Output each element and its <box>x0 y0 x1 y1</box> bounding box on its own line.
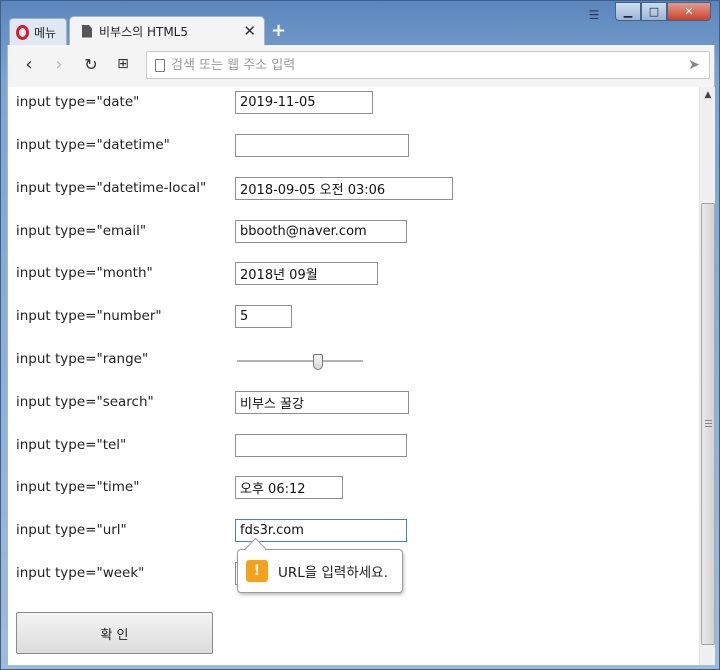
number-input[interactable] <box>235 305 292 328</box>
maximize-button[interactable]: □ <box>641 2 667 21</box>
tab-active[interactable]: 비부스의 HTML5 ✕ <box>69 16 265 45</box>
validation-message: URL을 입력하세요. <box>278 565 388 581</box>
email-input[interactable] <box>235 220 407 243</box>
email-label: input type="email" <box>16 223 147 239</box>
range-slider[interactable] <box>235 354 365 370</box>
month-input[interactable] <box>235 262 378 285</box>
page-icon <box>155 58 165 72</box>
datetime-local-input[interactable] <box>235 177 453 200</box>
form-row-time: input type="time" <box>16 476 656 500</box>
document-icon <box>82 24 92 38</box>
address-toolbar: ‹ › ↻ ⊞ ➤ <box>7 45 715 87</box>
new-tab-icon[interactable]: + <box>271 20 286 41</box>
tab-title: 비부스의 HTML5 <box>99 24 189 39</box>
tel-label: input type="tel" <box>16 437 127 453</box>
form-row-tel: input type="tel" <box>16 434 656 458</box>
window-controls: ☰ ▁ □ ✕ <box>585 2 711 24</box>
address-input[interactable] <box>165 56 683 74</box>
scroll-up-icon[interactable]: ▲ <box>700 87 716 103</box>
range-track <box>237 360 363 362</box>
validation-tooltip: ! URL을 입력하세요. <box>237 549 403 593</box>
page-content: input type="date" input type="datetime" … <box>7 87 699 665</box>
speed-dial-icon[interactable]: ⊞ <box>112 53 134 75</box>
menu-label: 메뉴 <box>34 25 57 40</box>
form-row-number: input type="number" <box>16 305 656 329</box>
form-row-range: input type="range" <box>16 348 656 372</box>
vertical-scrollbar[interactable]: ▲ <box>699 87 715 665</box>
url-input[interactable] <box>235 519 407 542</box>
form-row-datetime: input type="datetime" <box>16 134 656 158</box>
week-label: input type="week" <box>16 565 145 581</box>
time-label: input type="time" <box>16 479 140 495</box>
tel-input[interactable] <box>235 434 407 457</box>
datetime-label: input type="datetime" <box>16 137 170 153</box>
send-icon[interactable]: ➤ <box>683 57 705 73</box>
search-label: input type="search" <box>16 394 154 410</box>
search-input[interactable] <box>235 391 409 414</box>
tab-bar: 메뉴 비부스의 HTML5 ✕ + ☰ ▁ □ ✕ <box>1 1 719 45</box>
form-row-date: input type="date" <box>16 91 656 115</box>
datetime-input[interactable] <box>235 134 409 157</box>
minimize-button[interactable]: ▁ <box>615 2 641 21</box>
date-input[interactable] <box>235 91 373 114</box>
reload-icon[interactable]: ↻ <box>80 53 102 75</box>
number-label: input type="number" <box>16 308 162 324</box>
scroll-thumb[interactable] <box>701 203 715 645</box>
datetime-local-label: input type="datetime-local" <box>16 180 207 196</box>
tab-menu-icon[interactable]: ☰ <box>585 8 603 24</box>
forward-icon[interactable]: › <box>48 53 70 75</box>
form-row-month: input type="month" <box>16 262 656 286</box>
form-row-search: input type="search" <box>16 391 656 415</box>
opera-logo-icon <box>16 24 29 40</box>
close-window-button[interactable]: ✕ <box>667 2 711 21</box>
scroll-grip-icon <box>705 420 712 427</box>
month-label: input type="month" <box>16 265 153 281</box>
form-row-email: input type="email" <box>16 220 656 244</box>
form-row-datetime-local: input type="datetime-local" <box>16 177 656 201</box>
url-label: input type="url" <box>16 522 127 538</box>
form-row-url: input type="url" <box>16 519 656 543</box>
browser-window: 메뉴 비부스의 HTML5 ✕ + ☰ ▁ □ ✕ ‹ › ↻ ⊞ ➤ inpu… <box>0 0 720 670</box>
warning-icon: ! <box>246 560 268 582</box>
range-thumb[interactable] <box>313 354 323 370</box>
range-label: input type="range" <box>16 351 149 367</box>
time-input[interactable] <box>235 476 343 499</box>
tab-close-icon[interactable]: ✕ <box>243 22 256 40</box>
address-bar: ➤ <box>146 51 710 79</box>
date-label: input type="date" <box>16 94 140 110</box>
submit-button[interactable]: 확 인 <box>16 612 213 654</box>
back-icon[interactable]: ‹ <box>18 53 40 75</box>
opera-menu-button[interactable]: 메뉴 <box>9 18 67 45</box>
